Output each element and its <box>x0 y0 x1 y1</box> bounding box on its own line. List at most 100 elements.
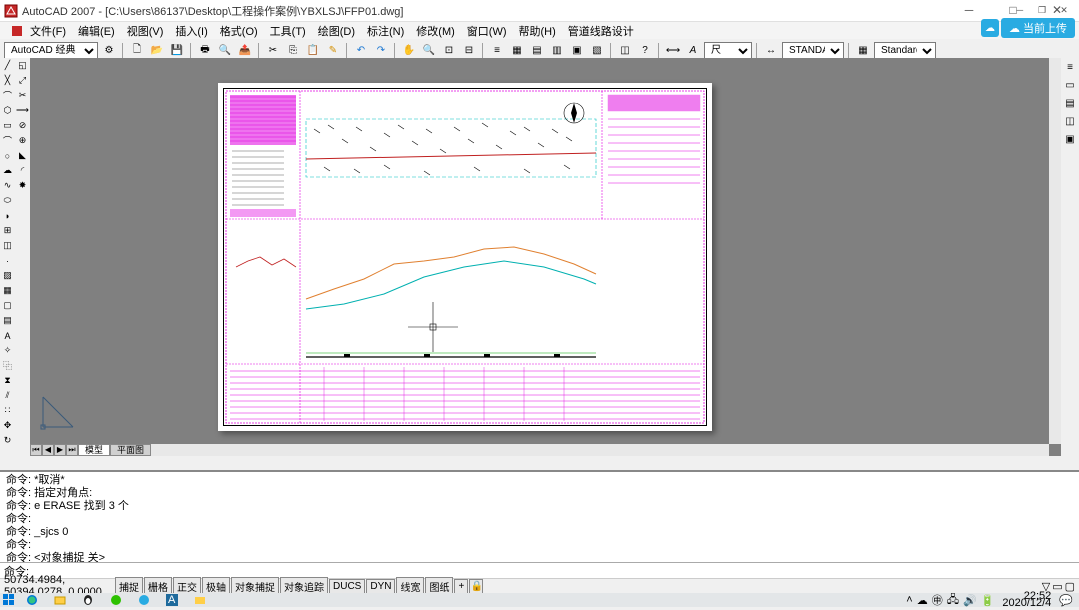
menu-file[interactable]: 文件(F) <box>24 21 72 41</box>
ellipsearc-icon[interactable]: ◗ <box>0 208 15 223</box>
rectangle-icon[interactable]: ▭ <box>0 118 15 133</box>
dyn-toggle[interactable]: DYN <box>366 579 395 594</box>
insert-icon[interactable]: ⊞ <box>0 223 15 238</box>
extend-icon[interactable]: ⟶ <box>15 103 30 118</box>
misc-icon[interactable]: ▣ <box>1061 130 1079 148</box>
preview-icon[interactable]: 🔍 <box>216 42 234 60</box>
xline-icon[interactable]: ╳ <box>0 73 15 88</box>
print-icon[interactable]: 🖶 <box>196 42 214 60</box>
save-icon[interactable]: 💾 <box>168 42 186 60</box>
tab-first-icon[interactable]: ⏮ <box>30 444 42 456</box>
copy-obj-icon[interactable]: ⿻ <box>0 358 15 373</box>
paste-icon[interactable]: 📋 <box>304 42 322 60</box>
chamfer-icon[interactable]: ◣ <box>15 148 30 163</box>
menu-format[interactable]: 格式(O) <box>214 21 264 41</box>
id-icon[interactable]: ◫ <box>1061 112 1079 130</box>
undo-icon[interactable]: ↶ <box>352 42 370 60</box>
workspace-select[interactable]: AutoCAD 经典 <box>4 42 98 60</box>
tab-last-icon[interactable]: ⏭ <box>66 444 78 456</box>
cut-icon[interactable]: ✂ <box>264 42 282 60</box>
gradient-icon[interactable]: ▦ <box>0 283 15 298</box>
ellipse-icon[interactable]: ⬭ <box>0 193 15 208</box>
zoom-prev-icon[interactable]: ⊟ <box>460 42 478 60</box>
task-wechat-icon[interactable] <box>102 593 130 607</box>
copy-icon[interactable]: ⎘ <box>284 42 302 60</box>
menu-edit[interactable]: 编辑(E) <box>72 21 121 41</box>
fillet-icon[interactable]: ◜ <box>15 163 30 178</box>
publish-icon[interactable]: 📤 <box>236 42 254 60</box>
match-icon[interactable]: ✎ <box>324 42 342 60</box>
array-icon[interactable]: ∷ <box>0 403 15 418</box>
arc-icon[interactable]: ⌒ <box>0 133 15 148</box>
redo-icon[interactable]: ↷ <box>372 42 390 60</box>
mirror-icon[interactable]: ⧗ <box>0 373 15 388</box>
sheetset-icon[interactable]: ▥ <box>548 42 566 60</box>
task-qq-icon[interactable] <box>74 593 102 607</box>
vertical-scrollbar[interactable] <box>1049 58 1061 444</box>
tray-batt-icon[interactable]: 🔋 <box>981 594 995 607</box>
mdi-restore-button[interactable]: ❐ <box>1031 2 1053 18</box>
menu-tools[interactable]: 工具(T) <box>264 21 312 41</box>
tab-model[interactable]: 模型 <box>78 444 110 456</box>
sys-menu-icon[interactable] <box>12 26 22 36</box>
horizontal-scrollbar[interactable]: ⏮ ◀ ▶ ⏭ 模型 平面图 <box>30 444 1049 456</box>
zoom-win-icon[interactable]: ⊡ <box>440 42 458 60</box>
dimstyle-select[interactable]: STANDARD <box>782 42 844 60</box>
block-icon[interactable]: ◫ <box>616 42 634 60</box>
rotate-icon[interactable]: ↻ <box>0 433 15 448</box>
pline-icon[interactable]: ⌒ <box>0 88 15 103</box>
hatch-icon[interactable]: ▨ <box>0 268 15 283</box>
task-explorer-icon[interactable] <box>46 593 74 607</box>
region-icon[interactable]: ▢ <box>0 298 15 313</box>
cloud-icon-button[interactable]: ☁ <box>981 19 999 37</box>
mdi-minimize-button[interactable]: ─ <box>1009 2 1031 18</box>
explode-icon[interactable]: ✸ <box>15 178 30 193</box>
point-icon[interactable]: · <box>0 253 15 268</box>
task-edge-icon[interactable] <box>18 593 46 607</box>
dim-linear-icon[interactable]: ⟷ <box>664 42 682 60</box>
tab-next-icon[interactable]: ▶ <box>54 444 66 456</box>
dist-icon[interactable]: ≡ <box>1061 58 1079 76</box>
markup-icon[interactable]: ▣ <box>568 42 586 60</box>
menu-modify[interactable]: 修改(M) <box>410 21 461 41</box>
dc-icon[interactable]: ▦ <box>508 42 526 60</box>
start-button[interactable] <box>0 593 18 607</box>
mdi-close-button[interactable]: ✕ <box>1053 2 1075 18</box>
table-style-icon[interactable]: ▦ <box>854 42 872 60</box>
tray-up-icon[interactable]: ˄ <box>906 594 912 606</box>
properties-icon[interactable]: ≡ <box>488 42 506 60</box>
tablestyle-select[interactable]: Standard <box>874 42 936 60</box>
makeblock-icon[interactable]: ◫ <box>0 238 15 253</box>
polygon-icon[interactable]: ⬡ <box>0 103 15 118</box>
calc-icon[interactable]: ▧ <box>588 42 606 60</box>
tab-layout1[interactable]: 平面图 <box>110 444 151 456</box>
break-icon[interactable]: ⊘ <box>15 118 30 133</box>
dim-style-icon[interactable]: ↔ <box>762 42 780 60</box>
circle-icon[interactable]: ○ <box>0 148 15 163</box>
move-icon[interactable]: ✥ <box>0 418 15 433</box>
menu-view[interactable]: 视图(V) <box>121 21 170 41</box>
tray-vol-icon[interactable]: 🔊 <box>963 594 977 607</box>
line-icon[interactable]: ╱ <box>0 58 15 73</box>
status-plus-icon[interactable]: + <box>454 579 468 594</box>
scale-icon[interactable]: ◱ <box>15 58 30 73</box>
menu-help[interactable]: 帮助(H) <box>513 21 562 41</box>
notifications-icon[interactable]: 💬 <box>1059 594 1073 607</box>
mtext-icon[interactable]: A <box>0 328 15 343</box>
task-folder2-icon[interactable] <box>186 593 214 607</box>
join-icon[interactable]: ⊕ <box>15 133 30 148</box>
clock[interactable]: 22:52 2020/12/4 <box>998 593 1055 607</box>
erase-icon[interactable]: ✧ <box>0 343 15 358</box>
command-input[interactable] <box>29 565 1075 577</box>
revcloud-icon[interactable]: ☁ <box>0 163 15 178</box>
tray-ime-icon[interactable]: ㊥ <box>932 592 943 608</box>
workspace-settings-icon[interactable]: ⚙ <box>100 42 118 60</box>
text-style-icon[interactable]: A <box>684 42 702 60</box>
drawing-area[interactable] <box>30 58 1049 444</box>
new-icon[interactable]: 🗋 <box>128 42 146 60</box>
status-tray-icon[interactable]: ▭ <box>1052 580 1062 593</box>
tray-cloud-icon[interactable]: ☁ <box>917 594 928 607</box>
help-icon[interactable]: ? <box>636 42 654 60</box>
task-cloud-icon[interactable] <box>130 593 158 607</box>
task-autocad-icon[interactable]: A <box>158 593 186 607</box>
